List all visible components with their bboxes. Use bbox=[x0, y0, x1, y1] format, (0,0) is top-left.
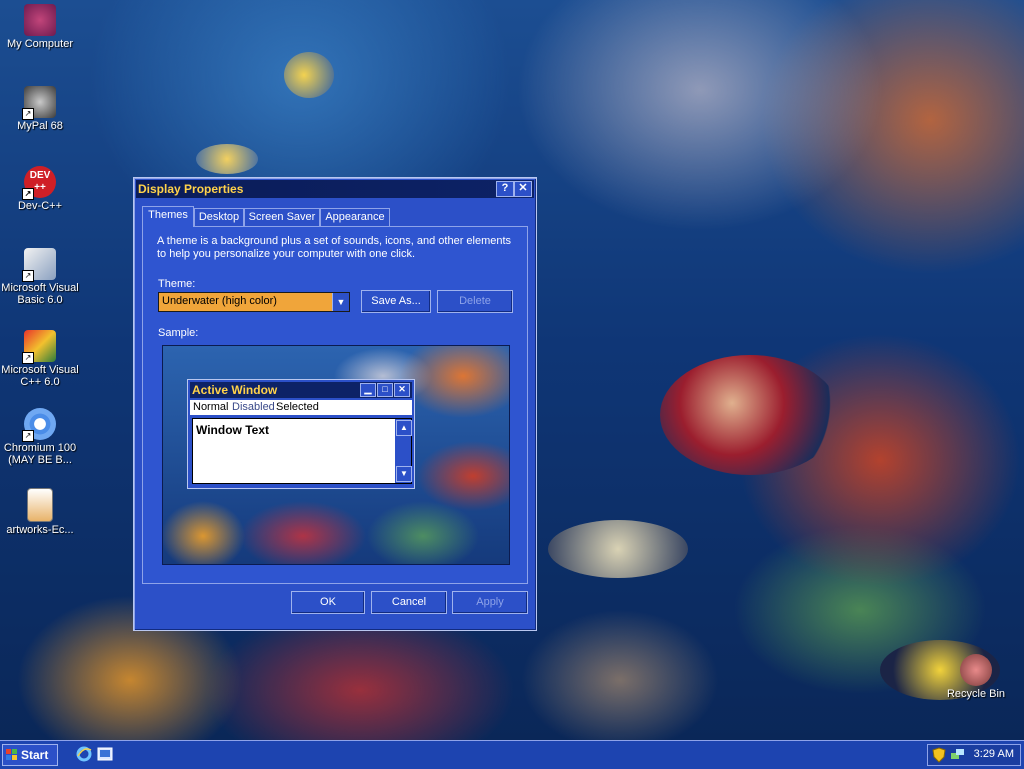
fish-computer-icon bbox=[24, 4, 56, 36]
devcpp-icon: DEV ++ ↗ bbox=[22, 166, 56, 200]
desktop-icon-label: MyPal 68 bbox=[17, 120, 63, 132]
sample-menu-normal: Normal bbox=[193, 401, 229, 413]
raccoon-browser-icon: ↗ bbox=[22, 86, 56, 120]
tab-themes[interactable]: Themes bbox=[142, 206, 194, 227]
minimize-icon: ▁ bbox=[360, 383, 376, 397]
desktop-icon-label: artworks-Ec... bbox=[6, 524, 74, 536]
scroll-up-icon: ▲ bbox=[396, 420, 412, 436]
desktop-icon-artworks[interactable]: artworks-Ec... bbox=[0, 488, 80, 536]
close-button[interactable]: ✕ bbox=[514, 181, 532, 197]
internet-explorer-icon[interactable] bbox=[76, 746, 92, 762]
desktop-icon-label: Microsoft Visual Basic 6.0 bbox=[1, 282, 79, 306]
wallpaper-fish bbox=[196, 144, 258, 174]
sample-window-text: Window Text bbox=[196, 423, 269, 437]
vcpp-icon: ↗ bbox=[22, 330, 56, 364]
desktop-icon-mypal[interactable]: ↗ MyPal 68 bbox=[0, 86, 80, 132]
desktop-icon-chromium[interactable]: ↗ Chromium 100 (MAY BE B... bbox=[0, 408, 80, 466]
taskbar: Start 3:29 AM bbox=[0, 740, 1024, 769]
theme-dropdown[interactable]: Underwater (high color) ▼ bbox=[158, 292, 350, 312]
windows-flag-icon bbox=[6, 749, 17, 760]
wallpaper-fish bbox=[284, 52, 334, 98]
security-shield-icon[interactable] bbox=[932, 747, 946, 763]
maximize-icon: □ bbox=[377, 383, 393, 397]
theme-dropdown-value: Underwater (high color) bbox=[162, 295, 277, 307]
theme-description: A theme is a background plus a set of so… bbox=[157, 235, 512, 260]
show-desktop-icon[interactable] bbox=[97, 746, 113, 762]
sample-menu-disabled: Disabled bbox=[232, 401, 275, 413]
desktop-icon-label: Microsoft Visual C++ 6.0 bbox=[1, 364, 79, 388]
desktop-icon-recycle-bin[interactable]: Recycle Bin bbox=[936, 654, 1016, 700]
desktop-icon-label: Recycle Bin bbox=[946, 688, 1006, 700]
start-button[interactable]: Start bbox=[2, 744, 58, 766]
desktop-icon-label: Chromium 100 (MAY BE B... bbox=[3, 442, 77, 466]
wallpaper-fish bbox=[548, 520, 688, 578]
sample-window-title: Active Window ▁ □ ✕ bbox=[190, 382, 412, 398]
save-as-button[interactable]: Save As... bbox=[361, 290, 431, 313]
sample-window-client: Window Text ▲ ▼ bbox=[192, 418, 412, 484]
chromium-icon: ↗ bbox=[22, 408, 56, 442]
chevron-down-icon[interactable]: ▼ bbox=[332, 293, 349, 311]
theme-sample-preview: Active Window ▁ □ ✕ Normal Disabled Sele… bbox=[162, 345, 510, 565]
image-file-icon bbox=[27, 488, 53, 522]
clock[interactable]: 3:29 AM bbox=[974, 748, 1014, 760]
tab-screen-saver[interactable]: Screen Saver bbox=[244, 208, 320, 226]
ok-button[interactable]: OK bbox=[291, 591, 365, 614]
desktop-icon-devcpp[interactable]: DEV ++ ↗ Dev-C++ bbox=[0, 166, 80, 212]
tab-desktop[interactable]: Desktop bbox=[194, 208, 244, 226]
desktop-icon-vb6[interactable]: ↗ Microsoft Visual Basic 6.0 bbox=[0, 248, 80, 306]
dialog-titlebar[interactable]: Display Properties ? ✕ bbox=[136, 180, 534, 198]
desktop-icon-my-computer[interactable]: My Computer bbox=[0, 4, 80, 50]
recycle-bin-icon bbox=[960, 654, 992, 686]
start-label: Start bbox=[21, 748, 49, 762]
sample-window-title-text: Active Window bbox=[192, 383, 278, 397]
vb6-icon: ↗ bbox=[22, 248, 56, 282]
desktop-icon-label: Dev-C++ bbox=[17, 200, 63, 212]
theme-label: Theme: bbox=[158, 278, 196, 290]
tab-appearance[interactable]: Appearance bbox=[320, 208, 390, 226]
desktop-icon-label: My Computer bbox=[6, 38, 74, 50]
delete-button[interactable]: Delete bbox=[437, 290, 513, 313]
close-icon: ✕ bbox=[394, 383, 410, 397]
cancel-button[interactable]: Cancel bbox=[371, 591, 447, 614]
display-properties-dialog: Display Properties ? ✕ Themes Desktop Sc… bbox=[133, 177, 537, 631]
desktop-icon-vcpp[interactable]: ↗ Microsoft Visual C++ 6.0 bbox=[0, 330, 80, 388]
sample-active-window: Active Window ▁ □ ✕ Normal Disabled Sele… bbox=[187, 379, 415, 489]
sample-menu-selected: Selected bbox=[276, 401, 319, 413]
dialog-title: Display Properties bbox=[138, 182, 244, 196]
sample-scrollbar: ▲ ▼ bbox=[395, 419, 412, 483]
sample-label: Sample: bbox=[158, 327, 199, 339]
help-button[interactable]: ? bbox=[496, 181, 514, 197]
themes-panel: A theme is a background plus a set of so… bbox=[142, 226, 528, 584]
scroll-down-icon: ▼ bbox=[396, 466, 412, 482]
apply-button[interactable]: Apply bbox=[452, 591, 528, 614]
system-tray: 3:29 AM bbox=[927, 744, 1021, 766]
wallpaper-diver bbox=[660, 355, 840, 475]
network-icon[interactable] bbox=[950, 747, 966, 763]
sample-menu-bar: Normal Disabled Selected bbox=[190, 400, 412, 415]
